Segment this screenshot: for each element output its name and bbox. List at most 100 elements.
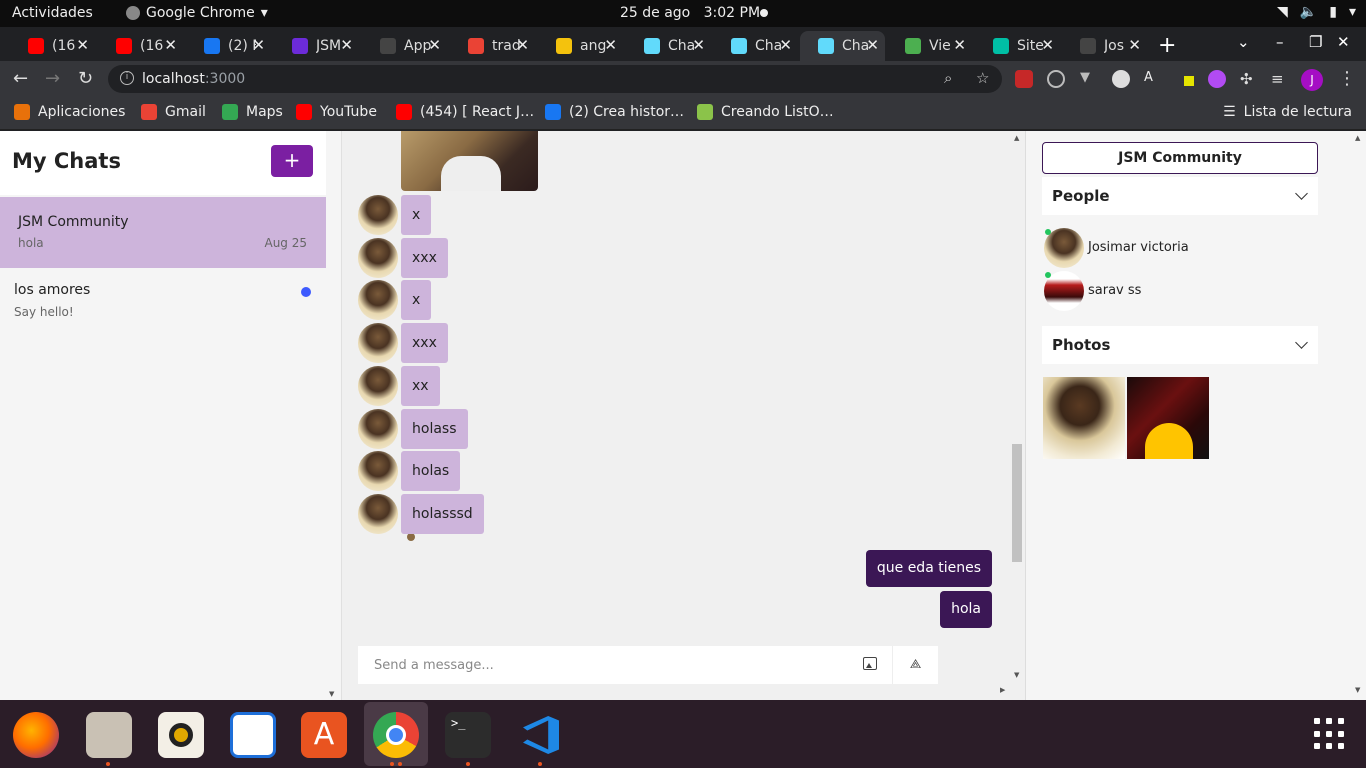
- browser-tab[interactable]: Vie ✕: [887, 31, 972, 61]
- reading-list-button[interactable]: ☰ Lista de lectura: [1223, 104, 1352, 120]
- close-tab-icon[interactable]: ✕: [1128, 36, 1141, 54]
- activities-button[interactable]: Actividades: [12, 5, 93, 21]
- close-tab-icon[interactable]: ✕: [779, 36, 792, 54]
- scroll-down-icon[interactable]: ▼: [1014, 671, 1019, 679]
- extension-icon[interactable]: [1112, 70, 1130, 88]
- attach-image-icon[interactable]: [863, 657, 877, 670]
- browser-tab[interactable]: App ✕: [362, 31, 447, 61]
- chat-card-los-amores[interactable]: los amores Say hello!: [0, 271, 326, 331]
- extension-icon[interactable]: [1047, 70, 1065, 88]
- close-tab-icon[interactable]: ✕: [692, 36, 705, 54]
- avatar[interactable]: [358, 493, 398, 534]
- close-window-icon[interactable]: ✕: [1337, 33, 1350, 51]
- bookmark-item[interactable]: Aplicaciones: [14, 104, 125, 120]
- avatar[interactable]: [358, 280, 398, 321]
- browser-tab[interactable]: Site ✕: [975, 31, 1060, 61]
- address-bar[interactable]: i localhost:3000 ⌕ ☆: [108, 65, 1002, 93]
- chat-title-button[interactable]: JSM Community: [1042, 142, 1318, 174]
- bookmark-item[interactable]: (2) Crea histor…: [545, 104, 684, 120]
- app-menu[interactable]: Google Chrome ▾: [126, 5, 268, 21]
- vue-devtools-icon[interactable]: ▼: [1080, 70, 1098, 88]
- system-tray[interactable]: ◥ 🔈 ▮ ▾: [1277, 4, 1356, 20]
- extension-icon[interactable]: [1208, 70, 1226, 88]
- back-icon[interactable]: ←: [13, 68, 28, 89]
- shared-photo[interactable]: [1127, 377, 1209, 459]
- show-applications-icon[interactable]: [1314, 718, 1346, 750]
- chrome-icon[interactable]: [373, 712, 419, 758]
- site-info-icon[interactable]: i: [120, 71, 134, 85]
- profile-avatar[interactable]: J: [1301, 69, 1323, 91]
- rhythmbox-icon[interactable]: [158, 712, 204, 758]
- clock[interactable]: 25 de ago 3:02 PM: [620, 5, 760, 21]
- person-item[interactable]: sarav ss: [1044, 271, 1314, 311]
- person-item[interactable]: Josimar victoria: [1044, 228, 1314, 268]
- star-icon[interactable]: ☆: [976, 69, 989, 87]
- settings-scrollbar[interactable]: ▲ ▼: [1350, 131, 1366, 700]
- vscode-icon[interactable]: [517, 712, 563, 758]
- minimize-icon[interactable]: –: [1276, 33, 1284, 51]
- puzzle-icon[interactable]: ✣: [1240, 70, 1258, 88]
- chat-card-jsm-community[interactable]: JSM Community hola Aug 25: [0, 197, 326, 268]
- close-tab-icon[interactable]: ✕: [252, 36, 265, 54]
- tab-search-icon[interactable]: ⌄: [1237, 33, 1250, 51]
- send-button[interactable]: ⟁: [892, 646, 938, 684]
- browser-tab[interactable]: ang ✕: [538, 31, 623, 61]
- scroll-down-icon[interactable]: ▼: [329, 690, 334, 698]
- pen-icon[interactable]: [1176, 70, 1194, 88]
- maximize-icon[interactable]: ❐: [1309, 33, 1322, 51]
- scroll-down-icon[interactable]: ▼: [1355, 686, 1360, 694]
- browser-tab[interactable]: (16 ✕: [98, 31, 183, 61]
- extension-icon[interactable]: [1015, 70, 1033, 88]
- close-tab-icon[interactable]: ✕: [604, 36, 617, 54]
- browser-tab[interactable]: (2) F✕: [186, 31, 271, 61]
- avatar[interactable]: [358, 195, 398, 235]
- message-input[interactable]: [358, 646, 856, 684]
- new-tab-button[interactable]: +: [1158, 33, 1176, 58]
- files-icon[interactable]: [86, 712, 132, 758]
- browser-tab[interactable]: Cha ✕: [626, 31, 711, 61]
- feed-scrollbar[interactable]: ▲ ▼: [1010, 131, 1025, 700]
- bookmark-item[interactable]: YouTube: [296, 104, 377, 120]
- avatar[interactable]: [358, 237, 398, 278]
- scroll-up-icon[interactable]: ▲: [1014, 134, 1019, 142]
- avatar[interactable]: [358, 323, 398, 364]
- browser-tab[interactable]: JSM ✕: [274, 31, 359, 61]
- browser-tab[interactable]: trad ✕: [450, 31, 535, 61]
- scrollbar-thumb[interactable]: [1012, 444, 1022, 562]
- close-tab-icon[interactable]: ✕: [953, 36, 966, 54]
- firefox-icon[interactable]: [13, 712, 59, 758]
- image-attachment[interactable]: [401, 131, 538, 191]
- angular-icon[interactable]: A: [1144, 70, 1162, 88]
- photos-section-header[interactable]: Photos: [1042, 326, 1318, 364]
- chat-list-scrollbar[interactable]: ▼: [326, 131, 341, 700]
- new-chat-button[interactable]: +: [271, 145, 313, 177]
- forward-icon[interactable]: →: [45, 68, 60, 89]
- close-tab-icon[interactable]: ✕: [866, 36, 879, 54]
- zoom-icon[interactable]: ⌕: [944, 69, 952, 87]
- browser-tab[interactable]: (16 ✕: [10, 31, 95, 61]
- browser-tab[interactable]: Cha ✕: [800, 31, 885, 61]
- scroll-up-icon[interactable]: ▲: [1355, 134, 1360, 142]
- bookmark-item[interactable]: Maps: [222, 104, 283, 120]
- close-tab-icon[interactable]: ✕: [1041, 36, 1054, 54]
- reload-icon[interactable]: ↻: [78, 68, 93, 89]
- kebab-menu-icon[interactable]: ⋮: [1338, 68, 1356, 89]
- media-control-icon[interactable]: ≡: [1271, 70, 1289, 88]
- libreoffice-writer-icon[interactable]: [230, 712, 276, 758]
- close-tab-icon[interactable]: ✕: [516, 36, 529, 54]
- avatar[interactable]: [358, 365, 398, 406]
- scroll-right-icon[interactable]: ▶: [1000, 686, 1005, 694]
- avatar[interactable]: [358, 451, 398, 492]
- bookmark-item[interactable]: Gmail: [141, 104, 206, 120]
- bookmark-item[interactable]: Creando ListO…: [697, 104, 834, 120]
- people-section-header[interactable]: People: [1042, 177, 1318, 215]
- terminal-icon[interactable]: >_: [445, 712, 491, 758]
- close-tab-icon[interactable]: ✕: [76, 36, 89, 54]
- shared-photo[interactable]: [1043, 377, 1125, 459]
- avatar[interactable]: [358, 408, 398, 449]
- bookmark-item[interactable]: (454) [ React J…: [396, 104, 534, 120]
- software-store-icon[interactable]: A: [301, 712, 347, 758]
- close-tab-icon[interactable]: ✕: [164, 36, 177, 54]
- browser-tab[interactable]: Jos ✕: [1062, 31, 1147, 61]
- close-tab-icon[interactable]: ✕: [340, 36, 353, 54]
